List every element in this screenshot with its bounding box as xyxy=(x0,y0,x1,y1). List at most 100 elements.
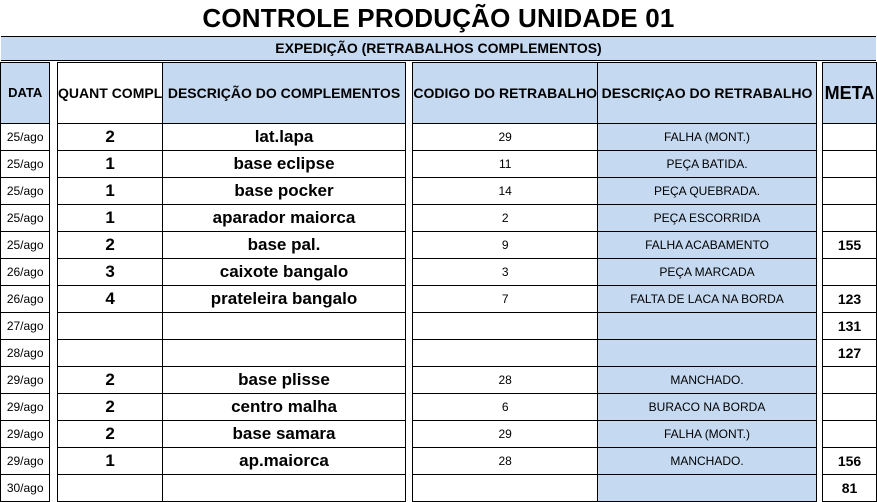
cell-description[interactable] xyxy=(162,312,406,340)
cell-meta[interactable] xyxy=(821,366,877,394)
cell-code[interactable]: 2 xyxy=(412,204,598,232)
cell-code[interactable]: 29 xyxy=(412,420,598,448)
cell-meta[interactable]: 155 xyxy=(821,231,877,259)
cell-meta[interactable]: 156 xyxy=(821,447,877,475)
cell-code[interactable]: 28 xyxy=(412,366,598,394)
cell-date[interactable]: 29/ago xyxy=(0,447,51,475)
spacer xyxy=(49,177,58,205)
cell-meta[interactable] xyxy=(821,393,877,421)
cell-description[interactable]: ap.maiorca xyxy=(162,447,406,475)
cell-qty[interactable]: 2 xyxy=(57,231,164,259)
cell-date[interactable]: 26/ago xyxy=(0,285,51,313)
cell-description[interactable]: lat.lapa xyxy=(162,123,406,151)
cell-qty[interactable]: 2 xyxy=(57,123,164,151)
spacer xyxy=(49,339,58,367)
cell-qty[interactable] xyxy=(57,312,164,340)
cell-description[interactable]: base pocker xyxy=(162,177,406,205)
cell-date[interactable]: 27/ago xyxy=(0,312,51,340)
cell-code[interactable] xyxy=(412,312,598,340)
table-row: 29/ago 2 base plisse 28 MANCHADO. xyxy=(0,366,877,394)
sheet-title: CONTROLE PRODUÇÃO UNIDADE 01 xyxy=(202,3,675,33)
cell-qty[interactable]: 1 xyxy=(57,204,164,232)
cell-qty[interactable]: 2 xyxy=(57,420,164,448)
cell-code[interactable]: 11 xyxy=(412,150,598,178)
cell-date[interactable]: 25/ago xyxy=(0,231,51,259)
table-row: 26/ago 3 caixote bangalo 3 PEÇA MARCADA xyxy=(0,258,877,286)
cell-code[interactable]: 9 xyxy=(412,231,598,259)
cell-meta[interactable]: 81 xyxy=(821,474,877,502)
cell-rework[interactable]: FALHA (MONT.) xyxy=(596,123,818,151)
cell-description[interactable]: base pal. xyxy=(162,231,406,259)
cell-meta[interactable] xyxy=(821,420,877,448)
header-code[interactable]: CODIGO DO RETRABALHO xyxy=(412,62,598,124)
cell-code[interactable]: 7 xyxy=(412,285,598,313)
cell-description[interactable]: centro malha xyxy=(162,393,406,421)
cell-rework[interactable] xyxy=(596,474,818,502)
spacer xyxy=(49,393,58,421)
cell-meta[interactable] xyxy=(821,204,877,232)
cell-qty[interactable]: 1 xyxy=(57,150,164,178)
cell-rework[interactable] xyxy=(596,339,818,367)
spacer xyxy=(405,62,413,124)
cell-date[interactable]: 25/ago xyxy=(0,177,51,205)
cell-date[interactable]: 26/ago xyxy=(0,258,51,286)
table-row: 29/ago 1 ap.maiorca 28 MANCHADO. 156 xyxy=(0,447,877,475)
cell-meta[interactable]: 131 xyxy=(821,312,877,340)
cell-date[interactable]: 25/ago xyxy=(0,204,51,232)
cell-code[interactable] xyxy=(412,474,598,502)
cell-rework[interactable]: MANCHADO. xyxy=(596,447,818,475)
cell-code[interactable]: 28 xyxy=(412,447,598,475)
cell-rework[interactable]: PEÇA BATIDA. xyxy=(596,150,818,178)
spacer xyxy=(405,366,413,394)
header-qty[interactable]: QUANT COMPL xyxy=(57,62,164,124)
cell-qty[interactable] xyxy=(57,339,164,367)
cell-date[interactable]: 28/ago xyxy=(0,339,51,367)
cell-date[interactable]: 29/ago xyxy=(0,366,51,394)
spacer xyxy=(405,177,413,205)
cell-rework[interactable]: MANCHADO. xyxy=(596,366,818,394)
cell-rework[interactable]: PEÇA QUEBRADA. xyxy=(596,177,818,205)
cell-meta[interactable] xyxy=(821,258,877,286)
cell-meta[interactable]: 123 xyxy=(821,285,877,313)
cell-description[interactable]: base plisse xyxy=(162,366,406,394)
cell-qty[interactable]: 4 xyxy=(57,285,164,313)
cell-rework[interactable]: PEÇA ESCORRIDA xyxy=(596,204,818,232)
cell-rework[interactable]: FALHA ACABAMENTO xyxy=(596,231,818,259)
cell-description[interactable] xyxy=(162,339,406,367)
cell-date[interactable]: 29/ago xyxy=(0,420,51,448)
cell-meta[interactable] xyxy=(821,177,877,205)
cell-description[interactable]: base eclipse xyxy=(162,150,406,178)
cell-code[interactable]: 6 xyxy=(412,393,598,421)
cell-qty[interactable]: 1 xyxy=(57,447,164,475)
cell-code[interactable]: 14 xyxy=(412,177,598,205)
cell-date[interactable]: 30/ago xyxy=(0,474,51,502)
cell-description[interactable]: caixote bangalo xyxy=(162,258,406,286)
cell-rework[interactable]: BURACO NA BORDA xyxy=(596,393,818,421)
cell-qty[interactable]: 2 xyxy=(57,366,164,394)
cell-code[interactable]: 3 xyxy=(412,258,598,286)
cell-meta[interactable] xyxy=(821,123,877,151)
header-date[interactable]: DATA xyxy=(0,62,51,124)
cell-code[interactable] xyxy=(412,339,598,367)
cell-qty[interactable] xyxy=(57,474,164,502)
cell-qty[interactable]: 2 xyxy=(57,393,164,421)
cell-meta[interactable]: 127 xyxy=(821,339,877,367)
cell-meta[interactable] xyxy=(821,150,877,178)
cell-code[interactable]: 29 xyxy=(412,123,598,151)
cell-date[interactable]: 29/ago xyxy=(0,393,51,421)
cell-rework[interactable] xyxy=(596,312,818,340)
cell-rework[interactable]: FALTA DE LACA NA BORDA xyxy=(596,285,818,313)
cell-description[interactable]: prateleira bangalo xyxy=(162,285,406,313)
cell-description[interactable] xyxy=(162,474,406,502)
header-description[interactable]: DESCRIÇÃO DO COMPLEMENTOS xyxy=(162,62,406,124)
header-rework[interactable]: DESCRIÇAO DO RETRABALHO xyxy=(596,62,818,124)
cell-rework[interactable]: PEÇA MARCADA xyxy=(596,258,818,286)
cell-rework[interactable]: FALHA (MONT.) xyxy=(596,420,818,448)
cell-date[interactable]: 25/ago xyxy=(0,150,51,178)
cell-description[interactable]: aparador maiorca xyxy=(162,204,406,232)
cell-qty[interactable]: 1 xyxy=(57,177,164,205)
cell-qty[interactable]: 3 xyxy=(57,258,164,286)
cell-date[interactable]: 25/ago xyxy=(0,123,51,151)
header-meta[interactable]: META xyxy=(821,62,877,124)
cell-description[interactable]: base samara xyxy=(162,420,406,448)
